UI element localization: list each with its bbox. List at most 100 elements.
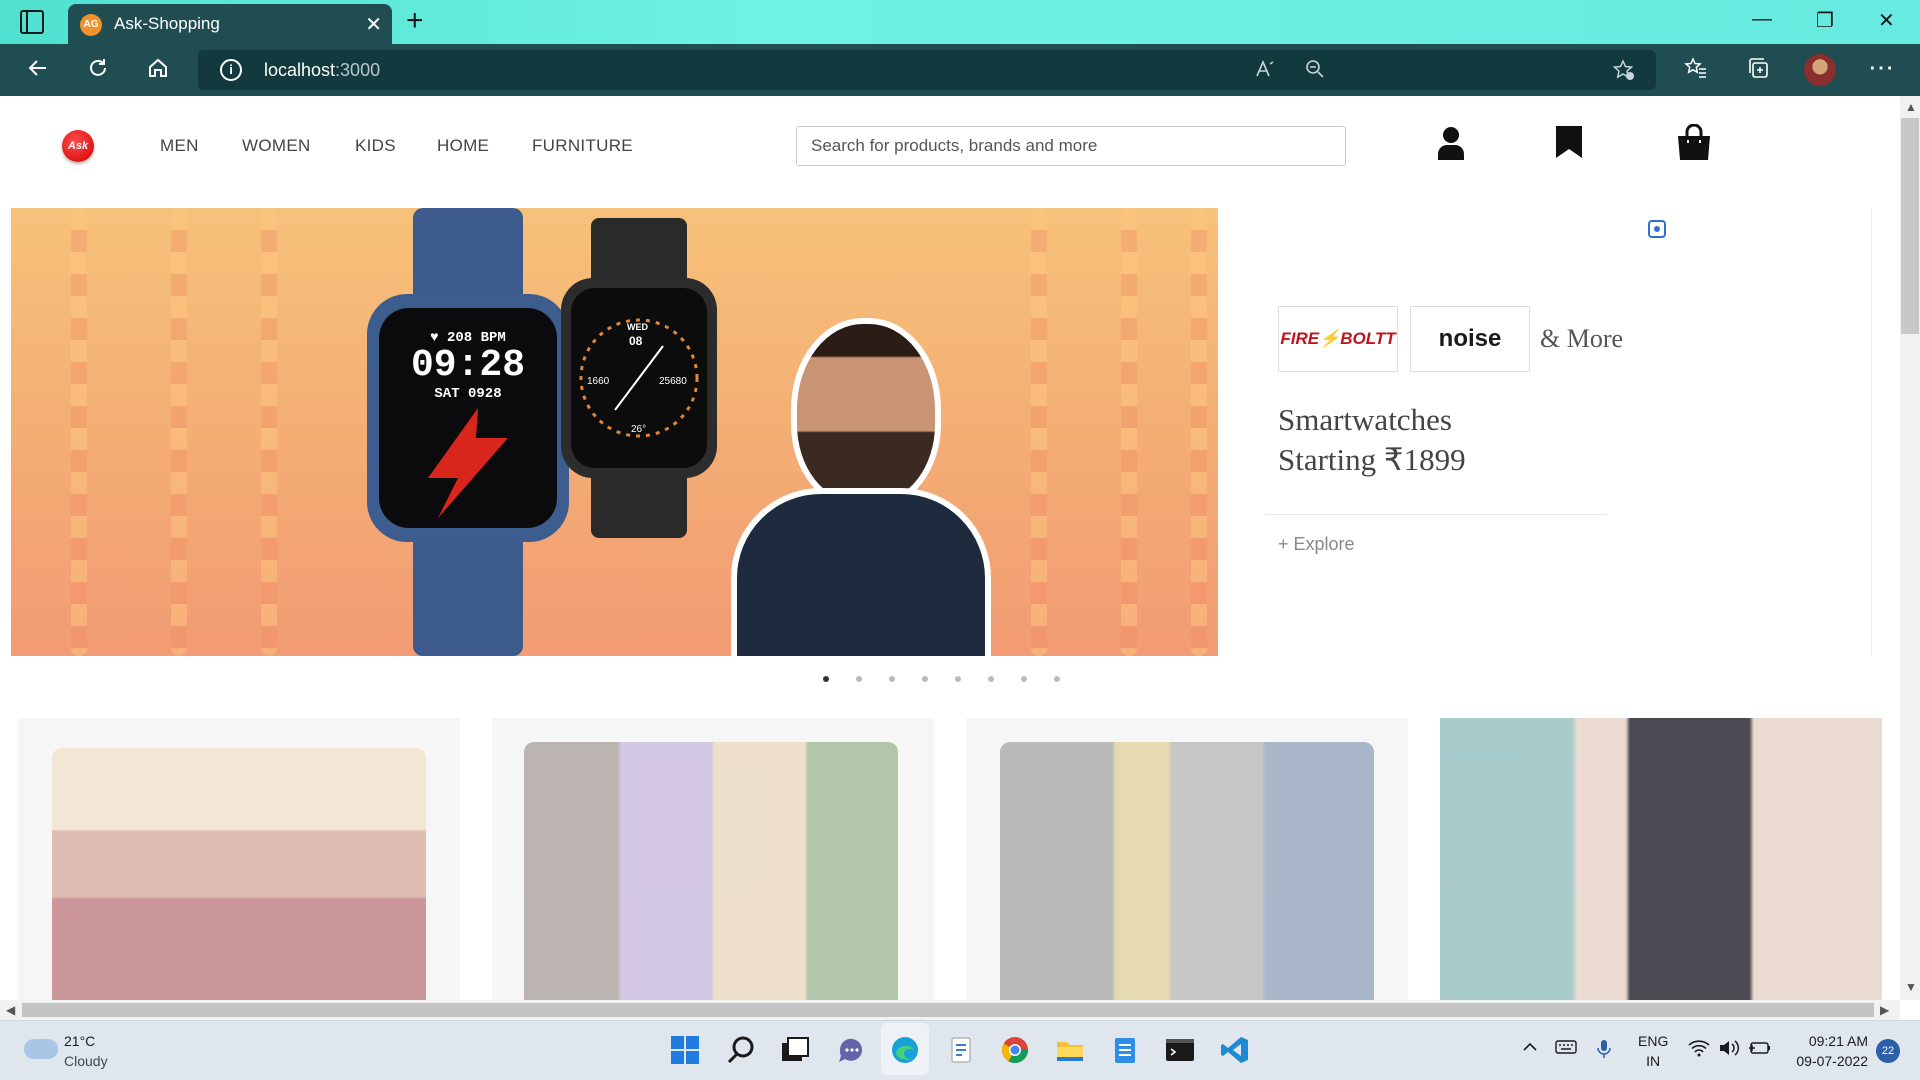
carousel-dot[interactable] xyxy=(955,676,961,682)
category-card[interactable] xyxy=(492,718,934,1000)
category-card[interactable] xyxy=(1440,718,1882,1000)
language-indicator[interactable]: ENG IN xyxy=(1638,1031,1668,1071)
address-host: localhost xyxy=(264,60,336,80)
hero-pattern xyxy=(171,208,187,656)
home-icon[interactable] xyxy=(146,56,170,87)
favorites-icon[interactable] xyxy=(1684,56,1708,87)
volume-icon[interactable] xyxy=(1718,1039,1740,1062)
refresh-icon[interactable] xyxy=(86,56,110,87)
teams-chat-icon[interactable] xyxy=(836,1035,866,1065)
visual-search-icon[interactable] xyxy=(1648,220,1666,238)
chrome-icon[interactable] xyxy=(1000,1035,1030,1065)
weather-desc[interactable]: Cloudy xyxy=(64,1053,108,1069)
browser-toolbar: i localhost:3000 ⋯ xyxy=(0,44,1920,96)
scroll-down-arrow[interactable]: ▼ xyxy=(1905,980,1917,994)
promo-panel: FIRE⚡BOLTT noise & More Smartwatches Sta… xyxy=(1230,208,1872,656)
vertical-tabs-icon[interactable] xyxy=(20,10,44,34)
browser-tab[interactable]: AG Ask-Shopping ✕ xyxy=(68,4,392,44)
user-icon[interactable] xyxy=(1438,126,1464,165)
terminal-icon[interactable] xyxy=(1165,1035,1195,1065)
windows-taskbar: 21°C Cloudy ENG IN 09:21 AM 09-07-2022 2… xyxy=(0,1020,1920,1080)
wifi-icon[interactable] xyxy=(1688,1039,1710,1062)
watch-left-value: 1660 xyxy=(587,376,610,387)
restore-button[interactable]: ❐ xyxy=(1816,8,1834,33)
vertical-scroll-thumb[interactable] xyxy=(1901,118,1919,334)
add-favorite-icon[interactable] xyxy=(1612,58,1636,88)
watch-strap xyxy=(591,468,687,538)
battery-icon[interactable] xyxy=(1748,1039,1772,1062)
carousel-dot[interactable] xyxy=(922,676,928,682)
carousel-dot[interactable] xyxy=(856,676,862,682)
scroll-left-arrow[interactable]: ◀ xyxy=(6,1003,15,1017)
search-input[interactable] xyxy=(796,126,1346,166)
model-body xyxy=(731,488,991,656)
files-icon[interactable] xyxy=(946,1035,976,1065)
scroll-up-arrow[interactable]: ▲ xyxy=(1905,100,1917,114)
watch-case: ♥ 208 BPM 09:28 SAT 0928 xyxy=(367,294,569,542)
search-icon[interactable] xyxy=(726,1035,756,1065)
profile-avatar[interactable] xyxy=(1804,54,1836,86)
more-icon[interactable]: ⋯ xyxy=(1868,52,1894,83)
carousel-dot[interactable] xyxy=(988,676,994,682)
notification-badge[interactable]: 22 xyxy=(1876,1039,1900,1063)
nav-home[interactable]: HOME xyxy=(437,136,489,156)
smartwatch-black: WED 08 1660 25680 26° xyxy=(561,218,717,538)
explore-link[interactable]: + Explore xyxy=(1278,534,1355,555)
notepad-icon[interactable] xyxy=(1110,1035,1140,1065)
minimize-button[interactable]: — xyxy=(1752,8,1772,31)
site-info-icon[interactable]: i xyxy=(220,59,242,81)
address-bar[interactable]: i localhost:3000 xyxy=(198,50,1656,90)
promo-title: Smartwatches Starting ₹1899 xyxy=(1278,400,1466,480)
new-tab-button[interactable]: + xyxy=(406,4,424,38)
collections-icon[interactable] xyxy=(1746,56,1770,87)
task-view-icon[interactable] xyxy=(780,1035,810,1065)
edge-icon[interactable] xyxy=(890,1035,920,1065)
watch-right-value: 25680 xyxy=(659,376,687,387)
explorer-icon[interactable] xyxy=(1055,1035,1085,1065)
vscode-icon[interactable] xyxy=(1220,1035,1250,1065)
web-page: Ask MEN WOMEN KIDS HOME FURNITURE ♥ 208 … xyxy=(0,96,1900,1000)
hero-pattern xyxy=(1031,208,1047,656)
show-hidden-icons-icon[interactable] xyxy=(1522,1039,1538,1060)
close-window-button[interactable]: ✕ xyxy=(1878,8,1895,33)
carousel-dot[interactable] xyxy=(823,676,829,682)
carousel-dot[interactable] xyxy=(1054,676,1060,682)
cloud-icon[interactable] xyxy=(24,1039,58,1059)
system-clock[interactable]: 09:21 AM 09-07-2022 xyxy=(1788,1031,1868,1071)
watch-day: WED xyxy=(627,322,648,332)
category-card[interactable] xyxy=(18,718,460,1000)
brand-fireboltt[interactable]: FIRE⚡BOLTT xyxy=(1278,306,1398,372)
brand-noise[interactable]: noise xyxy=(1410,306,1530,372)
carousel-dot[interactable] xyxy=(1021,676,1027,682)
language-code: ENG xyxy=(1638,1033,1669,1049)
back-icon[interactable] xyxy=(26,56,50,87)
zoom-out-icon[interactable] xyxy=(1304,58,1326,86)
carousel-dot[interactable] xyxy=(889,676,895,682)
tab-title: Ask-Shopping xyxy=(114,14,220,33)
nav-men[interactable]: MEN xyxy=(160,136,199,156)
nav-furniture[interactable]: FURNITURE xyxy=(532,136,633,156)
watch-strap xyxy=(413,208,523,308)
microphone-icon[interactable] xyxy=(1596,1039,1612,1064)
weather-temp[interactable]: 21°C xyxy=(64,1033,95,1049)
keyboard-icon[interactable] xyxy=(1555,1039,1577,1060)
bookmark-icon[interactable] xyxy=(1556,126,1582,163)
nav-kids[interactable]: KIDS xyxy=(355,136,396,156)
model-photo xyxy=(731,318,991,656)
read-aloud-icon[interactable] xyxy=(1254,58,1276,86)
category-card[interactable] xyxy=(966,718,1408,1000)
region-code: IN xyxy=(1646,1053,1661,1069)
nav-women[interactable]: WOMEN xyxy=(242,136,311,156)
tab-close-icon[interactable]: ✕ xyxy=(365,12,382,37)
clock-time: 09:21 AM xyxy=(1808,1033,1868,1049)
lightning-graphic xyxy=(428,408,508,518)
hero-pattern xyxy=(261,208,277,656)
start-icon[interactable] xyxy=(670,1035,700,1065)
hero-banner[interactable]: ♥ 208 BPM 09:28 SAT 0928 WED 08 1660 256… xyxy=(11,208,1218,656)
shopping-bag-icon[interactable] xyxy=(1676,123,1712,165)
watch-screen: WED 08 1660 25680 26° xyxy=(571,288,707,468)
site-logo[interactable]: Ask xyxy=(62,130,94,162)
horizontal-scroll-thumb[interactable] xyxy=(22,1003,1874,1017)
browser-tab-strip: AG Ask-Shopping ✕ + — ❐ ✕ xyxy=(0,0,1920,44)
scroll-right-arrow[interactable]: ▶ xyxy=(1880,1003,1889,1017)
